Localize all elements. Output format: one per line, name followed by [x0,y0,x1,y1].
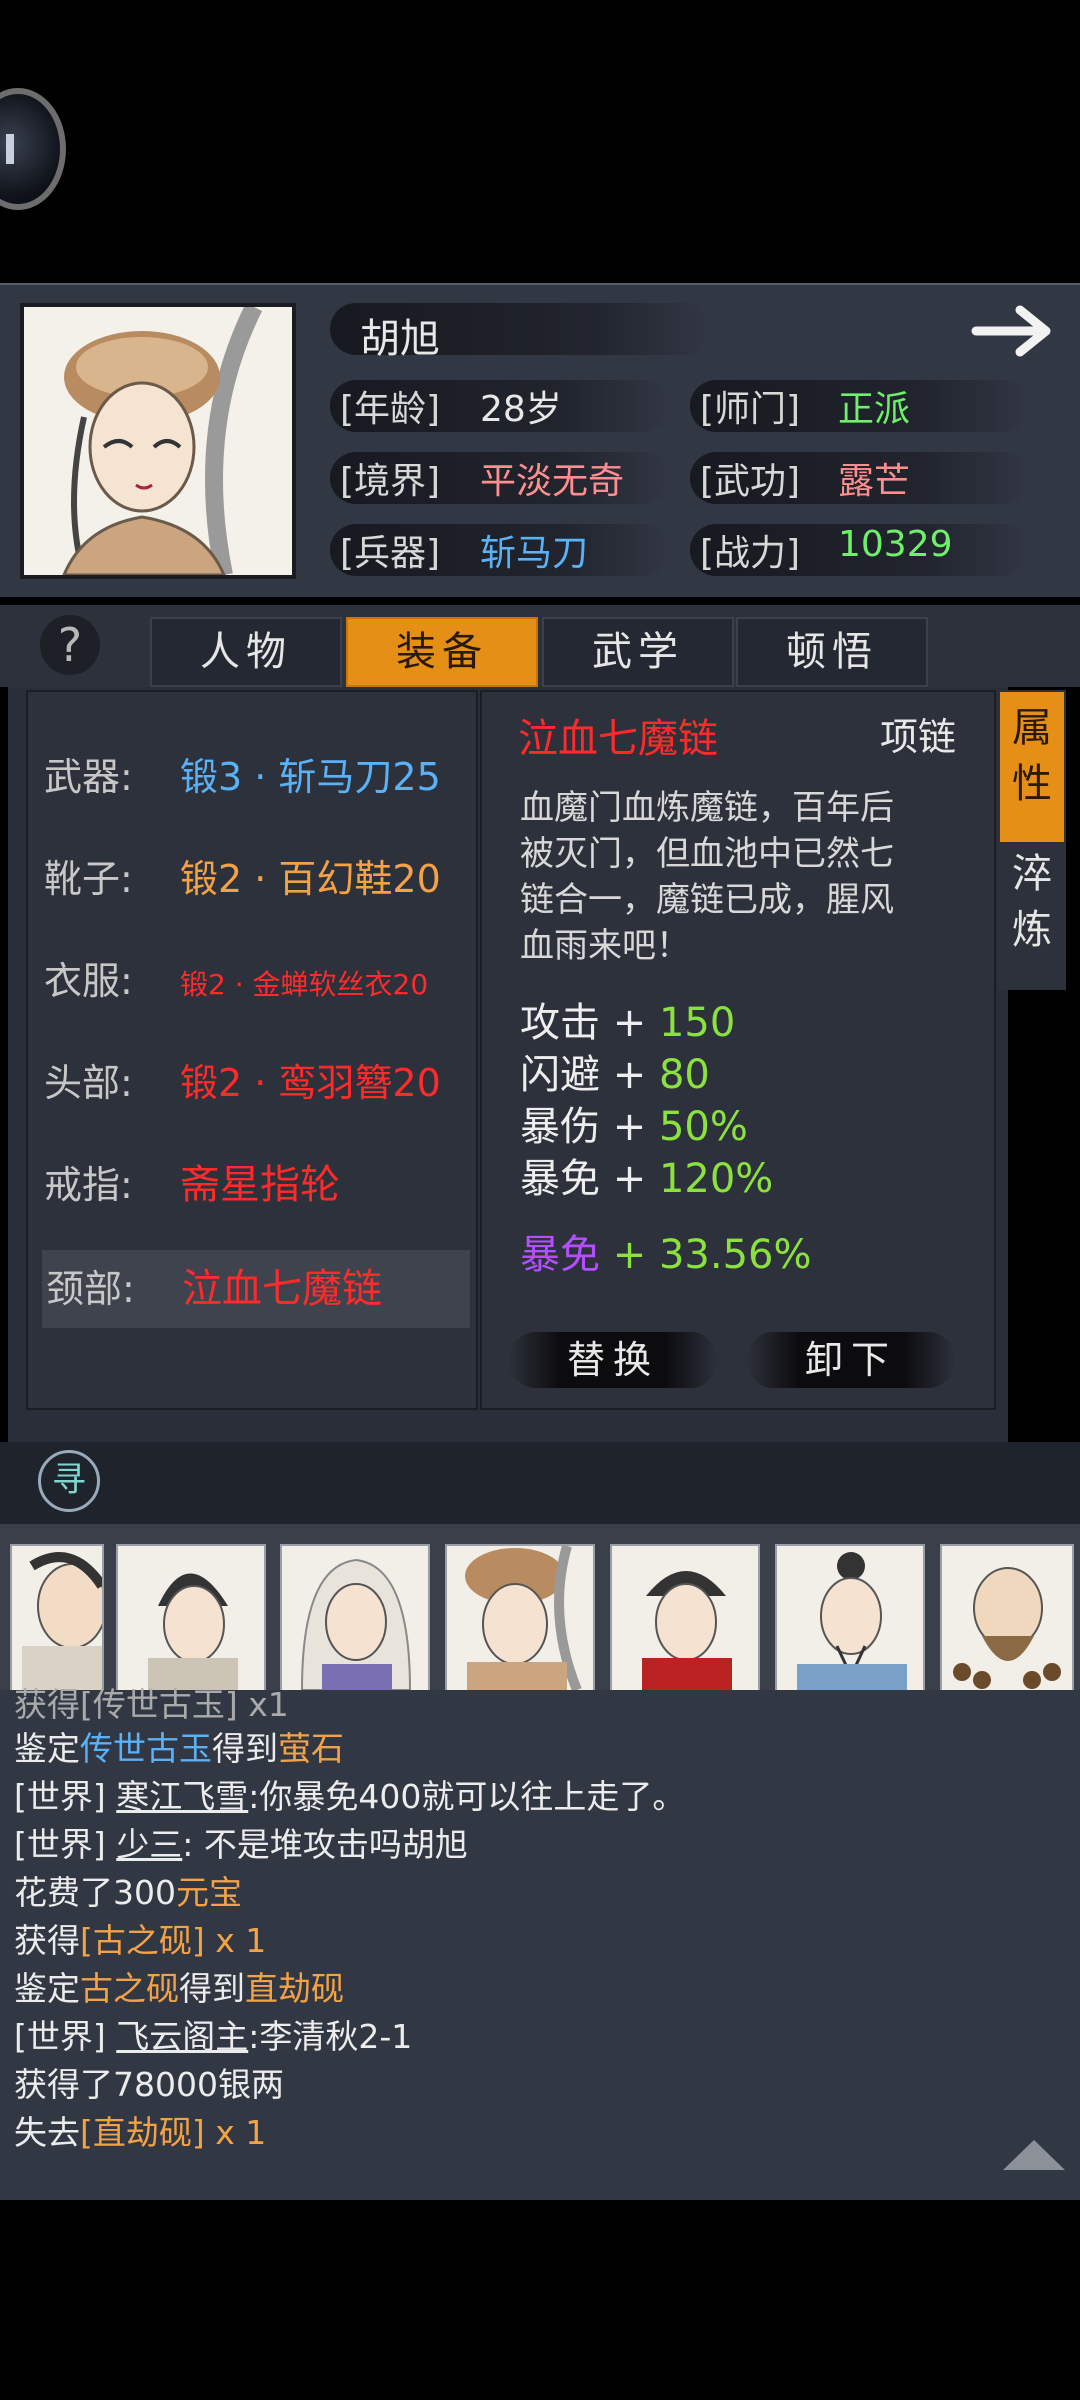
character-name: 胡旭 [360,316,440,362]
sect-label: [师门] [700,389,801,430]
skill-label: [武功] [700,461,801,502]
chat-line: 鉴定传世古玉得到萤石 [14,1729,344,1768]
realm-label: [境界] [340,461,441,502]
companion-avatar[interactable] [280,1544,430,1692]
stat-crit-damage: 暴伤 + 50% [520,1104,748,1150]
realm-value: 平淡无奇 [480,461,625,502]
companion-avatar[interactable] [445,1544,595,1692]
weapon-value: 斩马刀 [480,533,589,574]
item-description-line: 链合一，魔链已成，腥风 [520,880,894,920]
companion-avatar[interactable] [10,1544,104,1692]
slot-item: 锻2 · 百幻鞋20 [180,857,441,901]
tab-martial-arts[interactable]: 武学 [542,617,734,687]
slot-weapon[interactable]: 武器: 锻3 · 斩马刀25 [44,738,470,816]
power-label: [战力] [700,533,801,574]
companion-avatar[interactable] [116,1544,266,1692]
item-type: 项链 [880,715,957,759]
unequip-button[interactable]: 卸下 [746,1332,956,1388]
slot-clothes[interactable]: 衣服: 锻2 · 金蝉软丝衣20 [44,942,470,1020]
side-tab-label: 属性 [1012,705,1052,807]
slot-label: 颈部: [46,1267,135,1311]
chat-line: [世界] 寒江飞雪:你暴免400就可以往上走了。 [14,1777,686,1816]
side-tab-label: 淬炼 [1012,851,1052,953]
arrow-right-icon[interactable] [970,300,1062,362]
character-portrait [20,303,296,579]
chat-line: [世界] 飞云阁主:李清秋2-1 [14,2017,413,2056]
chat-line: 鉴定古之砚得到直劫砚 [14,1969,344,2008]
side-tab-attributes[interactable]: 属性 [1000,692,1064,842]
chat-line: 失去[直劫砚] x 1 [14,2113,267,2152]
slot-head[interactable]: 头部: 锻2 · 鸾羽簪20 [44,1044,470,1122]
help-icon[interactable]: ? [40,615,100,675]
slot-item: 锻2 · 金蝉软丝衣20 [180,968,429,1001]
item-description-line: 血魔门血炼魔链，百年后 [520,788,894,828]
slot-label: 靴子: [44,857,133,901]
power-value: 10329 [838,524,953,565]
item-description-line: 被灭门，但血池中已然七 [520,834,894,874]
slot-label: 头部: [44,1061,133,1105]
back-round-icon[interactable] [0,88,66,210]
slot-label: 戒指: [44,1163,133,1207]
companion-avatar[interactable] [610,1544,760,1692]
slot-item: 斋星指轮 [180,1162,340,1208]
stat-bonus: 暴免 + 33.56% [520,1232,812,1278]
chat-line: 获得[传世古玉] x1 [14,1685,289,1724]
sect-value: 正派 [838,389,911,430]
companion-avatar[interactable] [775,1544,925,1692]
chat-line: 获得[古之砚] x 1 [14,1921,267,1960]
slot-neck[interactable]: 颈部: 泣血七魔链 [42,1250,470,1328]
tab-character[interactable]: 人物 [150,617,342,687]
search-bar [0,1442,1080,1524]
weapon-label: [兵器] [340,533,441,574]
skill-value: 露芒 [838,461,911,502]
replace-button[interactable]: 替换 [508,1332,718,1388]
chat-line: 获得了78000银两 [14,2065,284,2104]
slot-boots[interactable]: 靴子: 锻2 · 百幻鞋20 [44,840,470,918]
tab-enlightenment[interactable]: 顿悟 [736,617,928,687]
slot-label: 衣服: [44,959,133,1003]
stat-crit-resist: 暴免 + 120% [520,1156,774,1202]
companion-avatar[interactable] [940,1544,1074,1692]
slot-item: 锻3 · 斩马刀25 [180,755,441,799]
item-name: 泣血七魔链 [518,716,718,762]
chat-line: 花费了300元宝 [14,1873,242,1912]
stat-attack: 攻击 + 150 [520,1000,736,1046]
chat-line: [世界] 少三: 不是堆攻击吗胡旭 [14,1825,468,1864]
item-description-line: 血雨来吧！ [520,926,690,966]
stat-dodge: 闪避 + 80 [520,1052,710,1098]
slot-label: 武器: [44,755,133,799]
age-label: [年龄] [340,389,441,430]
age-value: 28岁 [480,389,562,430]
side-tab-refine[interactable]: 淬炼 [1000,846,1064,986]
scroll-up-icon[interactable] [1003,2140,1065,2170]
tab-equipment[interactable]: 装备 [346,617,538,687]
slot-item: 泣血七魔链 [182,1266,382,1312]
slot-item: 锻2 · 鸾羽簪20 [180,1061,441,1105]
search-icon[interactable]: 寻 [38,1450,100,1512]
slot-ring[interactable]: 戒指: 斋星指轮 [44,1146,470,1224]
